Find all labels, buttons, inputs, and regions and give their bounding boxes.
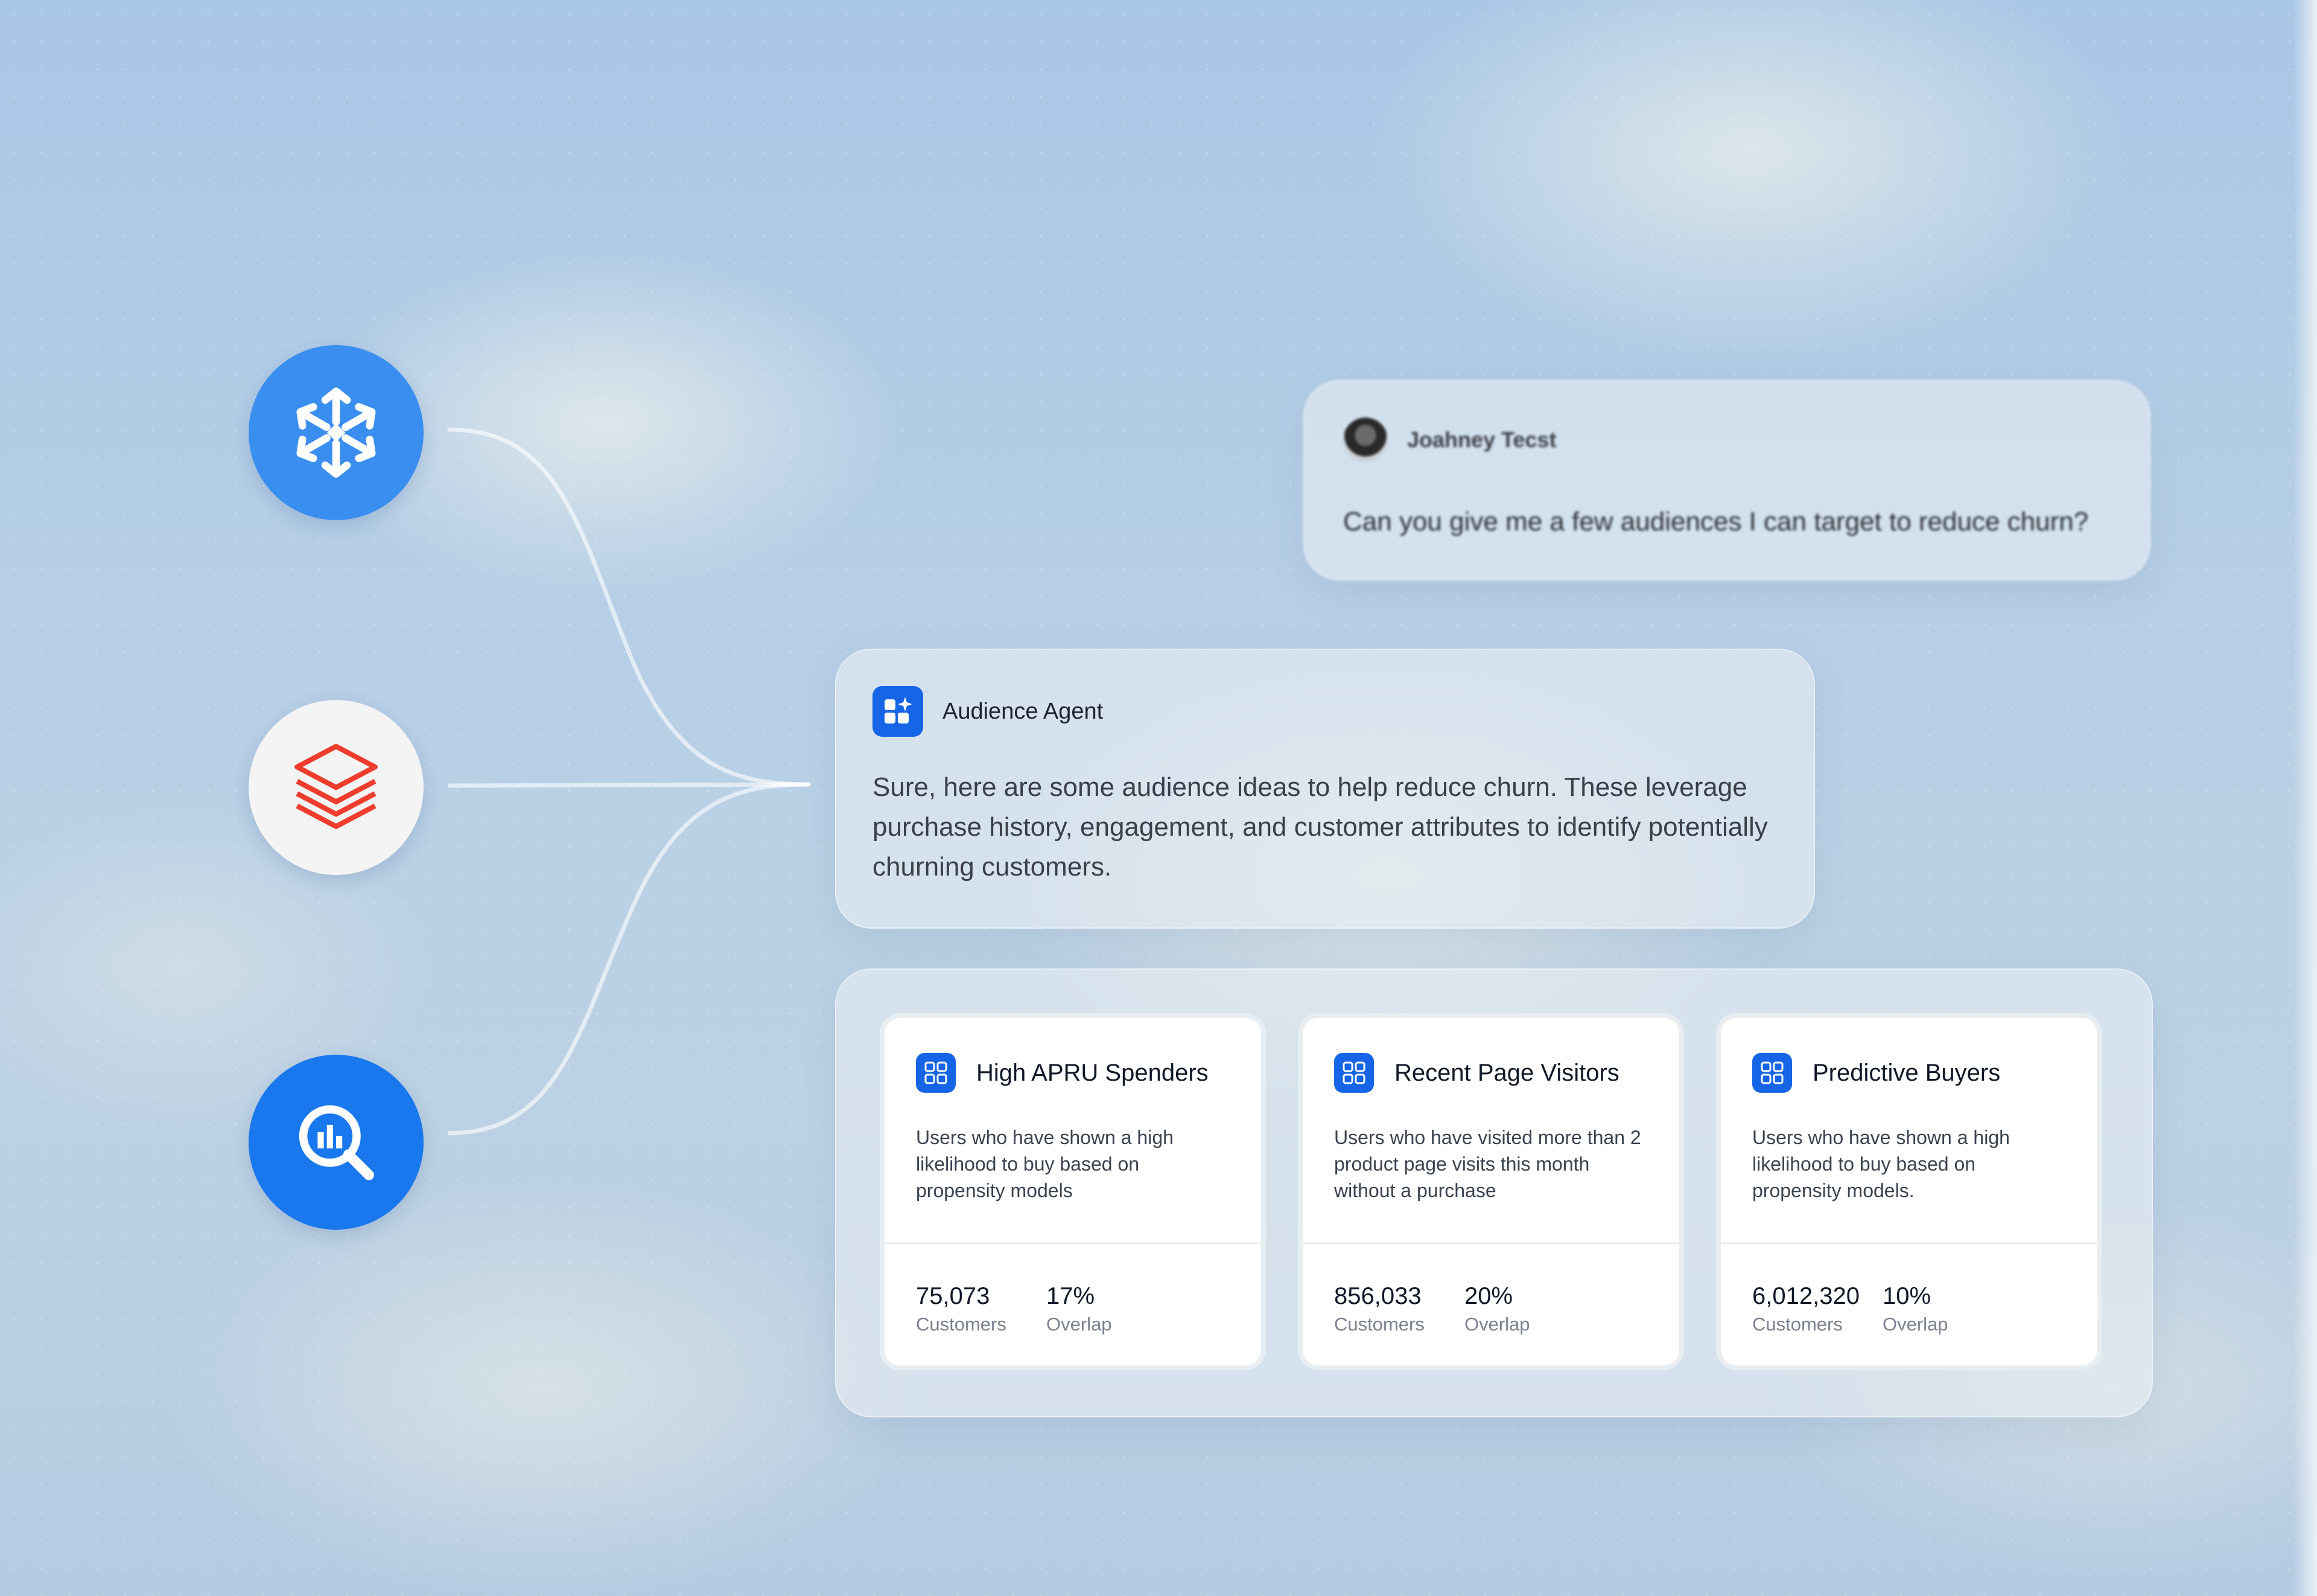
user-name: Joahney Tecst	[1407, 427, 1557, 452]
audience-icon	[1752, 1053, 1792, 1093]
avatar	[1343, 418, 1388, 462]
overlap-label: Overlap	[1046, 1314, 1112, 1335]
user-message-card: Joahney Tecst Can you give me a few audi…	[1303, 380, 2150, 580]
overlap-value: 20%	[1464, 1283, 1513, 1309]
divider	[1303, 1242, 1679, 1244]
overlap-value: 17%	[1046, 1283, 1095, 1309]
customers-count: 6,012,320	[1752, 1283, 1860, 1309]
agent-header: Audience Agent	[872, 686, 1103, 737]
snowflake-icon	[282, 387, 390, 487]
divider	[885, 1242, 1261, 1244]
customers-stat: 6,012,320 Customers	[1752, 1282, 1860, 1337]
audience-icon	[916, 1053, 956, 1093]
overlap-stat: 17% Overlap	[1046, 1282, 1112, 1337]
customers-stat: 856,033 Customers	[1334, 1282, 1425, 1337]
agent-message-text: Sure, here are some audience ideas to he…	[872, 772, 1768, 882]
bigquery-source[interactable]	[249, 1055, 424, 1230]
customers-label: Customers	[1334, 1314, 1425, 1335]
audience-card-header: Predictive Buyers	[1752, 1053, 2000, 1093]
audience-title: Recent Page Visitors	[1394, 1059, 1619, 1086]
audience-title: Predictive Buyers	[1813, 1059, 2001, 1086]
background-edge	[2293, 0, 2317, 1596]
databricks-icon	[294, 743, 378, 829]
connector-databricks	[447, 782, 811, 788]
audience-title: High APRU Spenders	[976, 1059, 1209, 1086]
audience-card-header: High APRU Spenders	[916, 1053, 1209, 1093]
audience-description: Users who have shown a high likelihood t…	[1752, 1127, 2010, 1201]
audience-suggestions: High APRU Spenders Users who have shown …	[835, 968, 2153, 1417]
customers-label: Customers	[1752, 1314, 1843, 1335]
overlap-value: 10%	[1883, 1283, 1931, 1309]
snowflake-source[interactable]	[249, 345, 424, 520]
user-header: Joahney Tecst	[1343, 418, 1556, 462]
overlap-stat: 20% Overlap	[1464, 1282, 1530, 1337]
databricks-source[interactable]	[249, 700, 424, 875]
agent-message-card: Audience Agent Sure, here are some audie…	[835, 649, 1815, 929]
bigquery-icon	[299, 1105, 374, 1180]
audience-card-header: Recent Page Visitors	[1334, 1053, 1619, 1093]
user-message-text: Can you give me a few audiences I can ta…	[1343, 507, 2089, 536]
audience-icon	[1334, 1053, 1374, 1093]
connector-bigquery	[447, 782, 811, 1136]
audience-description: Users who have shown a high likelihood t…	[916, 1127, 1174, 1201]
overlap-label: Overlap	[1883, 1314, 1948, 1335]
connector-snowflake	[447, 427, 811, 787]
divider	[1721, 1242, 2097, 1244]
audience-card-recent-page-visitors[interactable]: Recent Page Visitors Users who have visi…	[1298, 1013, 1684, 1370]
agent-name: Audience Agent	[942, 698, 1104, 724]
overlap-label: Overlap	[1464, 1314, 1530, 1335]
audience-description: Users who have visited more than 2 produ…	[1334, 1127, 1641, 1201]
overlap-stat: 10% Overlap	[1883, 1282, 1948, 1337]
audience-card-predictive-buyers[interactable]: Predictive Buyers Users who have shown a…	[1716, 1013, 2102, 1370]
customers-stat: 75,073 Customers	[916, 1282, 1006, 1337]
customers-label: Customers	[916, 1314, 1006, 1335]
customers-count: 75,073	[916, 1283, 990, 1309]
audience-agent-icon	[872, 686, 923, 737]
audience-card-high-apru-spenders[interactable]: High APRU Spenders Users who have shown …	[880, 1013, 1266, 1370]
customers-count: 856,033	[1334, 1283, 1422, 1309]
